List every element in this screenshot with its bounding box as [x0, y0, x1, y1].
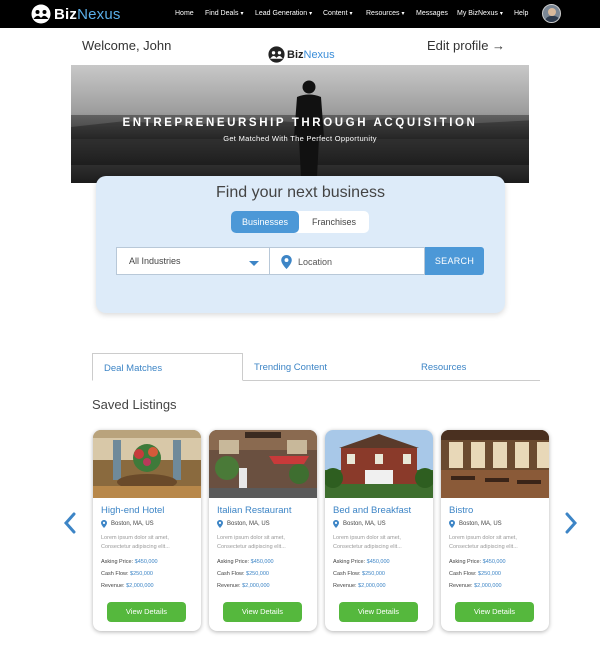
brand-logo[interactable]: BizNexus: [31, 4, 121, 24]
asking-price: Asking Price: $450,000: [101, 559, 158, 565]
cash-flow: Cash Flow: $250,000: [101, 571, 153, 577]
chevron-left-icon[interactable]: [63, 512, 77, 534]
listing-location: Boston, MA, US: [217, 520, 270, 528]
map-pin-icon: [101, 520, 107, 528]
saved-listings-title: Saved Listings: [92, 397, 177, 412]
caret-down-icon: ▾: [349, 11, 353, 17]
top-navbar: BizNexus Home Find Deals ▾ Lead Generatio…: [0, 0, 600, 28]
location-input[interactable]: [298, 252, 418, 272]
cash-flow: Cash Flow: $250,000: [333, 571, 385, 577]
caret-down-icon: ▾: [309, 11, 313, 17]
nav-messages[interactable]: Messages: [416, 10, 448, 17]
listing-card[interactable]: High-end Hotel Boston, MA, US Lorem ipsu…: [93, 430, 201, 631]
toggle-businesses[interactable]: Businesses: [231, 211, 299, 233]
search-title: Find your next business: [216, 184, 385, 201]
nav-lead-generation[interactable]: Lead Generation ▾: [255, 10, 312, 17]
listing-name[interactable]: High-end Hotel: [101, 505, 164, 516]
chevron-right-icon[interactable]: [564, 512, 578, 534]
tab-deal-matches[interactable]: Deal Matches: [92, 353, 243, 381]
nav-find-deals[interactable]: Find Deals ▾: [205, 10, 243, 17]
content-tabs: Deal Matches Trending Content Resources: [92, 353, 540, 381]
view-details-button[interactable]: View Details: [107, 602, 186, 622]
industry-select[interactable]: All Industries: [116, 247, 270, 275]
user-avatar[interactable]: [542, 4, 561, 23]
nav-content[interactable]: Content ▾: [323, 10, 353, 17]
center-brand-logo: BizNexus: [268, 46, 335, 63]
asking-price: Asking Price: $450,000: [449, 559, 506, 565]
listing-card[interactable]: Bed and Breakfast Boston, MA, US Lorem i…: [325, 430, 433, 631]
asking-price: Asking Price: $450,000: [217, 559, 274, 565]
nav-my-biznexus[interactable]: My BizNexus ▾: [457, 10, 503, 17]
revenue: Revenue: $2,000,000: [101, 583, 154, 589]
listing-card[interactable]: Bistro Boston, MA, US Lorem ipsum dolor …: [441, 430, 549, 631]
listing-image-hotel: [93, 430, 201, 498]
caret-down-icon: [249, 261, 259, 266]
nav-resources[interactable]: Resources ▾: [366, 10, 404, 17]
listing-image-bed-and-breakfast: [325, 430, 433, 498]
tab-resources[interactable]: Resources: [421, 353, 466, 381]
map-pin-icon: [333, 520, 339, 528]
center-brand-wordmark: BizNexus: [287, 48, 335, 61]
avatar-head: [548, 8, 556, 16]
search-card: Find your next business Businesses Franc…: [96, 176, 505, 313]
hero-banner: ENTREPRENEURSHIP THROUGH ACQUISITION Get…: [71, 65, 529, 183]
listing-name[interactable]: Italian Restaurant: [217, 505, 291, 516]
toggle-franchises[interactable]: Franchises: [299, 211, 369, 233]
revenue: Revenue: $2,000,000: [449, 583, 502, 589]
map-pin-icon: [281, 255, 292, 269]
listing-location: Boston, MA, US: [449, 520, 502, 528]
cash-flow: Cash Flow: $250,000: [217, 571, 269, 577]
tab-trending-content[interactable]: Trending Content: [254, 353, 327, 381]
edit-profile-link[interactable]: Edit profile →: [427, 38, 505, 53]
map-pin-icon: [217, 520, 223, 528]
nav-home[interactable]: Home: [175, 10, 194, 17]
brand-mark-icon: [268, 46, 285, 63]
caret-down-icon: ▾: [499, 11, 503, 17]
nav-help[interactable]: Help: [514, 10, 528, 17]
cash-flow: Cash Flow: $250,000: [449, 571, 501, 577]
listing-description: Lorem ipsum dolor sit amet, Consectetur a…: [101, 535, 170, 550]
brand-mark-icon: [31, 4, 51, 24]
caret-down-icon: ▾: [401, 11, 405, 17]
listing-card[interactable]: Italian Restaurant Boston, MA, US Lorem …: [209, 430, 317, 631]
view-details-button[interactable]: View Details: [223, 602, 302, 622]
avatar-body: [545, 16, 560, 22]
brand-wordmark: BizNexus: [54, 5, 121, 23]
hero-subtitle: Get Matched With The Perfect Opportunity: [223, 134, 377, 143]
listing-description: Lorem ipsum dolor sit amet, Consectetur a…: [217, 535, 286, 550]
view-details-button[interactable]: View Details: [455, 602, 534, 622]
listing-description: Lorem ipsum dolor sit amet, Consectetur a…: [449, 535, 518, 550]
listing-location: Boston, MA, US: [333, 520, 386, 528]
search-button[interactable]: SEARCH: [425, 247, 484, 275]
listing-image-restaurant: [209, 430, 317, 498]
listing-description: Lorem ipsum dolor sit amet, Consectetur a…: [333, 535, 402, 550]
listing-name[interactable]: Bistro: [449, 505, 473, 516]
welcome-text: Welcome, John: [82, 38, 172, 53]
listing-image-bistro: [441, 430, 549, 498]
industry-select-value: All Industries: [129, 256, 181, 266]
revenue: Revenue: $2,000,000: [333, 583, 386, 589]
caret-down-icon: ▾: [240, 11, 244, 17]
revenue: Revenue: $2,000,000: [217, 583, 270, 589]
listing-name[interactable]: Bed and Breakfast: [333, 505, 411, 516]
asking-price: Asking Price: $450,000: [333, 559, 390, 565]
location-field: [270, 247, 425, 275]
business-type-toggle: Businesses Franchises: [231, 211, 369, 233]
map-pin-icon: [449, 520, 455, 528]
listing-location: Boston, MA, US: [101, 520, 154, 528]
view-details-button[interactable]: View Details: [339, 602, 418, 622]
hero-title: ENTREPRENEURSHIP THROUGH ACQUISITION: [122, 117, 478, 129]
search-row: All Industries SEARCH: [116, 247, 484, 275]
